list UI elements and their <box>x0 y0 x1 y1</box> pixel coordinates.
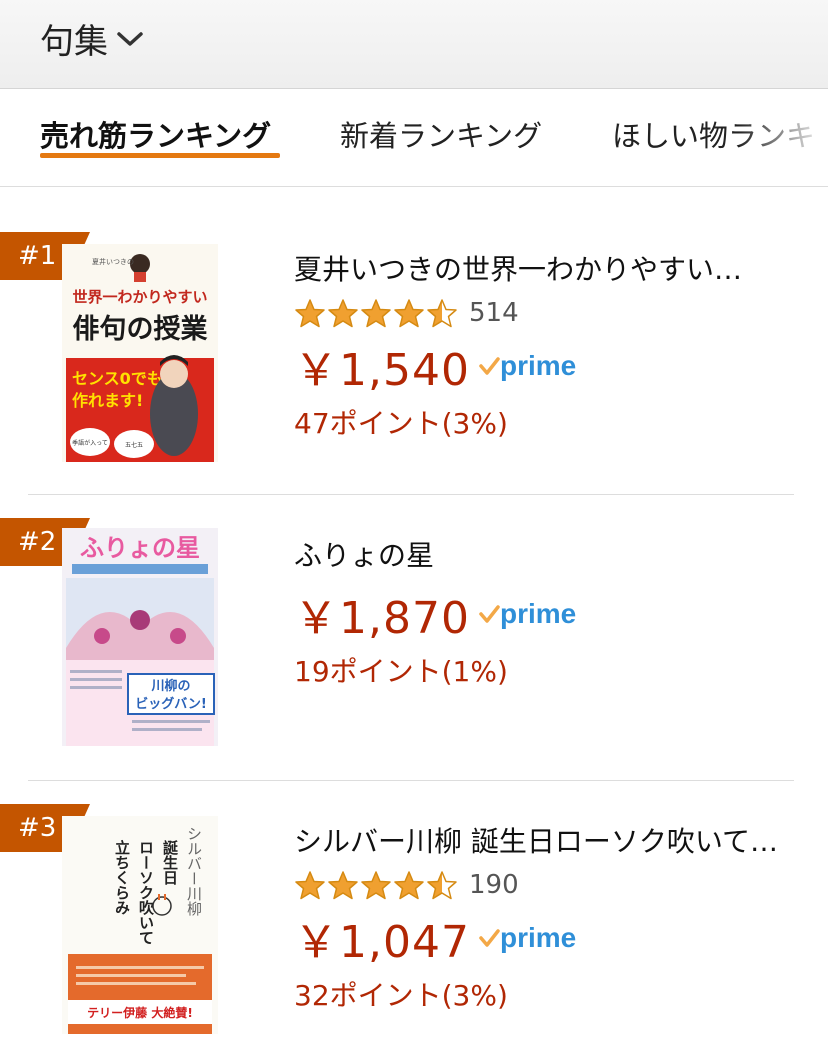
star-icon <box>295 299 325 328</box>
ranking-tabs: 売れ筋ランキング 新着ランキング ほしい物ランキ <box>0 89 828 187</box>
price: ￥1,540 <box>294 345 470 396</box>
star-icon <box>295 871 325 900</box>
stars-icon <box>294 298 459 328</box>
tab-wishlist-ranking[interactable]: ほしい物ランキ <box>612 113 815 155</box>
prime-badge: prime <box>478 922 576 954</box>
cover-band: テリー伊藤 大絶賛! <box>87 1005 193 1020</box>
book-cover-image[interactable]: シルバー川柳 誕生日 ローソク吹いて 立ちくらみ テリー伊藤 大絶賛! <box>62 816 218 1034</box>
product-info: シルバー川柳 誕生日ローソク吹いて… 190 ￥1,047 prime 32ポイ… <box>294 824 794 1014</box>
cover-top-small: 夏井いつきの <box>92 257 134 266</box>
cover-line2: 俳句の授業 <box>73 314 208 345</box>
product-title[interactable]: シルバー川柳 誕生日ローソク吹いて… <box>294 824 794 860</box>
category-dropdown[interactable]: 句集 <box>40 14 144 63</box>
review-count: 190 <box>469 870 519 900</box>
prime-label: prime <box>499 922 577 953</box>
star-icon <box>361 299 391 328</box>
cover-line1: 世界一わかりやすい <box>72 288 207 306</box>
star-icon <box>394 871 424 900</box>
cover-bubble1: 季語が入って <box>72 439 108 447</box>
cover-title-art: ふりょの星 <box>80 534 200 562</box>
prime-check-icon <box>479 357 500 375</box>
chevron-down-icon <box>116 29 144 53</box>
cover-col2: 誕生日 <box>161 839 179 886</box>
price: ￥1,047 <box>294 917 470 968</box>
prime-check-icon <box>479 929 500 947</box>
category-title: 句集 <box>40 22 108 62</box>
star-rating[interactable]: 514 <box>294 298 794 328</box>
divider <box>28 780 794 781</box>
divider <box>28 494 794 495</box>
product-info: 夏井いつきの世界一わかりやすい… 514 ￥1,540 prime 47ポイント… <box>294 252 794 442</box>
product-title[interactable]: 夏井いつきの世界一わかりやすい… <box>294 252 794 288</box>
cover-col3: ローソク吹いて <box>137 840 155 945</box>
price-row: ￥1,870 prime <box>294 586 794 644</box>
price-row: ￥1,047 prime <box>294 910 794 968</box>
points: 32ポイント(3%) <box>294 979 508 1012</box>
cover-col4: 立ちくらみ <box>113 839 131 915</box>
active-tab-indicator <box>40 153 280 158</box>
star-icon <box>328 871 358 900</box>
top-bar: 句集 <box>0 0 828 89</box>
tab-bestsellers[interactable]: 売れ筋ランキング <box>40 113 271 155</box>
cover-banner2: ビッグバン! <box>135 696 207 712</box>
points: 47ポイント(3%) <box>294 407 508 440</box>
book-cover-image[interactable]: 夏井いつきの 世界一わかりやすい 俳句の授業 センス0でも、 作れます! 季語が… <box>62 244 218 462</box>
book-cover-image[interactable]: ふりょの星 川柳の ビッグバン! <box>62 528 218 746</box>
points: 19ポイント(1%) <box>294 655 508 688</box>
price: ￥1,870 <box>294 593 470 644</box>
prime-badge: prime <box>478 598 576 630</box>
stars-icon <box>294 870 459 900</box>
review-count: 514 <box>469 298 519 328</box>
price-row: ￥1,540 prime <box>294 338 794 396</box>
prime-label: prime <box>499 598 577 629</box>
cover-banner1: 川柳の <box>150 678 190 694</box>
prime-check-icon <box>479 605 500 623</box>
prime-badge: prime <box>478 350 576 382</box>
prime-label: prime <box>499 350 577 381</box>
product-info: ふりょの星 ￥1,870 prime 19ポイント(1%) <box>294 538 794 690</box>
star-icon <box>427 299 457 328</box>
product-title[interactable]: ふりょの星 <box>294 538 794 574</box>
star-icon <box>328 299 358 328</box>
star-rating[interactable]: 190 <box>294 870 794 900</box>
star-icon <box>427 871 457 900</box>
tab-new-releases[interactable]: 新着ランキング <box>340 113 542 155</box>
cover-box2: 作れます! <box>72 391 143 410</box>
cover-col1: シルバー川柳 <box>185 826 203 916</box>
star-icon <box>361 871 391 900</box>
cover-bubble2: 五七五 <box>125 441 143 449</box>
star-icon <box>394 299 424 328</box>
